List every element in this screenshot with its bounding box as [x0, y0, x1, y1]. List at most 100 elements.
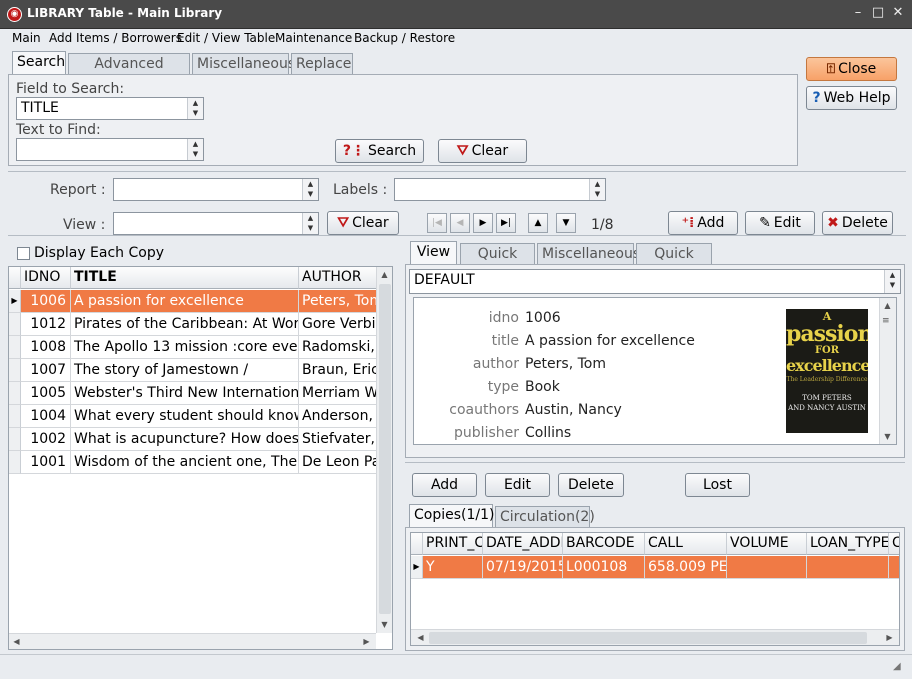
copies-column-header[interactable]: C [889, 533, 899, 555]
scroll-thumb[interactable] [429, 632, 867, 644]
cell-author[interactable]: Merriam W [299, 382, 377, 405]
move-up-button[interactable]: ▲ [528, 213, 548, 233]
close-button[interactable]: ⍐ Close [806, 57, 897, 81]
cell-idno[interactable]: 1004 [21, 405, 71, 428]
first-record-button[interactable]: |◀ [427, 213, 447, 233]
copies-cell[interactable] [807, 556, 889, 579]
resize-grip-icon[interactable]: ◢ [893, 661, 901, 672]
copies-column-header[interactable]: VOLUME [727, 533, 807, 555]
cell-idno[interactable]: 1002 [21, 428, 71, 451]
cell-title[interactable]: Wisdom of the ancient one, The [71, 451, 299, 474]
display-each-copy-checkbox[interactable] [17, 247, 30, 260]
scroll-down-icon[interactable]: ▼ [377, 617, 392, 632]
cell-title[interactable]: A passion for excellence [71, 290, 299, 313]
tab-advanced-search[interactable]: Advanced Search [68, 53, 190, 92]
search-button[interactable]: ?⋮ Search [335, 139, 424, 163]
copies-cell[interactable] [889, 556, 899, 579]
row-indicator[interactable]: ▶ [9, 290, 21, 313]
cell-author[interactable]: Gore Verbin [299, 313, 377, 336]
text-to-find-input[interactable]: ▲ ▼ [16, 138, 204, 161]
menu-backup[interactable]: Backup / Restore [354, 31, 455, 45]
tab-miscellaneous[interactable]: Miscellaneous [192, 53, 295, 75]
copies-column-header[interactable]: BARCODE [563, 533, 645, 555]
cell-author[interactable]: Braun, Eric, [299, 359, 377, 382]
cell-author[interactable]: Anderson, [299, 405, 377, 428]
view-select[interactable]: ▲ ▼ [113, 212, 319, 235]
copies-column-header[interactable]: DATE_ADDI [483, 533, 563, 555]
lost-copy-button[interactable]: Lost [685, 473, 750, 497]
detail-view-select[interactable]: DEFAULT ▲ ▼ [409, 269, 901, 294]
tab-quick-add[interactable]: Quick Add [636, 243, 712, 282]
grip-icon[interactable]: ≡ [882, 316, 894, 326]
move-down-button[interactable]: ▼ [556, 213, 576, 233]
row-indicator[interactable] [9, 405, 21, 428]
column-idno[interactable]: IDNO [21, 267, 71, 289]
tab-copies[interactable]: Copies(1/1) [409, 504, 494, 528]
copies-column-header[interactable]: PRINT_C [423, 533, 483, 555]
tab-view[interactable]: View [410, 241, 457, 265]
records-horizontal-scrollbar[interactable]: ◀ ▶ [9, 633, 376, 649]
scroll-right-icon[interactable]: ▶ [359, 634, 374, 649]
tab-replace[interactable]: Replace [291, 53, 353, 75]
web-help-button[interactable]: ? Web Help [806, 86, 897, 110]
clear-search-button[interactable]: ⛛ Clear [438, 139, 527, 163]
view-clear-button[interactable]: ⛛ Clear [327, 211, 399, 235]
cell-title[interactable]: What every student should know a [71, 405, 299, 428]
field-to-search-select[interactable]: TITLE ▲ ▼ [16, 97, 204, 120]
records-vertical-scrollbar[interactable]: ▲ ▼ [376, 267, 392, 633]
scroll-down-icon[interactable]: ▼ [880, 429, 895, 444]
column-title[interactable]: TITLE [71, 267, 299, 289]
copies-cell[interactable]: Y [423, 556, 483, 579]
cell-title[interactable]: Webster's Third New International [71, 382, 299, 405]
cell-author[interactable]: Peters, Tom [299, 290, 377, 313]
scroll-thumb[interactable] [379, 284, 391, 614]
tab-detail-miscellaneous[interactable]: Miscellaneous [537, 243, 640, 265]
scroll-up-icon[interactable]: ▲ [377, 267, 392, 282]
row-indicator[interactable] [9, 382, 21, 405]
minimize-button[interactable]: – [849, 5, 867, 21]
row-indicator[interactable] [9, 336, 21, 359]
row-indicator[interactable] [9, 313, 21, 336]
delete-copy-button[interactable]: Delete [558, 473, 624, 497]
copies-cell[interactable]: 07/19/2015 [483, 556, 563, 579]
cell-author[interactable]: De Leon Pa [299, 451, 377, 474]
menu-main[interactable]: Main [12, 31, 41, 45]
cell-author[interactable]: Stiefvater, [299, 428, 377, 451]
copies-cell[interactable] [727, 556, 807, 579]
labels-select[interactable]: ▲ ▼ [394, 178, 606, 201]
cell-title[interactable]: What is acupuncture? How does it [71, 428, 299, 451]
scroll-right-icon[interactable]: ▶ [882, 630, 897, 645]
scroll-left-icon[interactable]: ◀ [413, 630, 428, 645]
cell-author[interactable]: Radomski, [299, 336, 377, 359]
cell-title[interactable]: Pirates of the Caribbean: At World [71, 313, 299, 336]
tab-circulation[interactable]: Circulation(2) [495, 506, 595, 528]
copies-column-header[interactable]: LOAN_TYPE [807, 533, 889, 555]
row-indicator[interactable]: ▶ [411, 556, 423, 579]
row-indicator[interactable] [9, 451, 21, 474]
column-author[interactable]: AUTHOR [299, 267, 377, 289]
copies-horizontal-scrollbar[interactable]: ◀ ▶ [411, 629, 899, 645]
row-indicator[interactable] [9, 428, 21, 451]
copies-cell[interactable]: L000108 [563, 556, 645, 579]
tab-search[interactable]: Search [12, 51, 66, 75]
scroll-left-icon[interactable]: ◀ [9, 634, 24, 649]
cell-idno[interactable]: 1012 [21, 313, 71, 336]
scroll-up-icon[interactable]: ▲ [880, 298, 895, 313]
copies-cell[interactable]: 658.009 PE [645, 556, 727, 579]
cell-idno[interactable]: 1001 [21, 451, 71, 474]
tab-quick-edit[interactable]: Quick Edit [460, 243, 535, 282]
cell-idno[interactable]: 1006 [21, 290, 71, 313]
last-record-button[interactable]: ▶| [496, 213, 516, 233]
delete-record-button[interactable]: ✖ Delete [822, 211, 893, 235]
menu-add-items[interactable]: Add Items / Borrowers [49, 31, 182, 45]
cell-title[interactable]: The story of Jamestown / [71, 359, 299, 382]
row-indicator[interactable] [9, 359, 21, 382]
add-copy-button[interactable]: Add [412, 473, 477, 497]
cell-idno[interactable]: 1008 [21, 336, 71, 359]
cell-title[interactable]: The Apollo 13 mission :core events [71, 336, 299, 359]
cell-idno[interactable]: 1007 [21, 359, 71, 382]
report-select[interactable]: ▲ ▼ [113, 178, 319, 201]
menu-edit-view[interactable]: Edit / View Table [177, 31, 275, 45]
edit-record-button[interactable]: ✎ Edit [745, 211, 815, 235]
cell-idno[interactable]: 1005 [21, 382, 71, 405]
